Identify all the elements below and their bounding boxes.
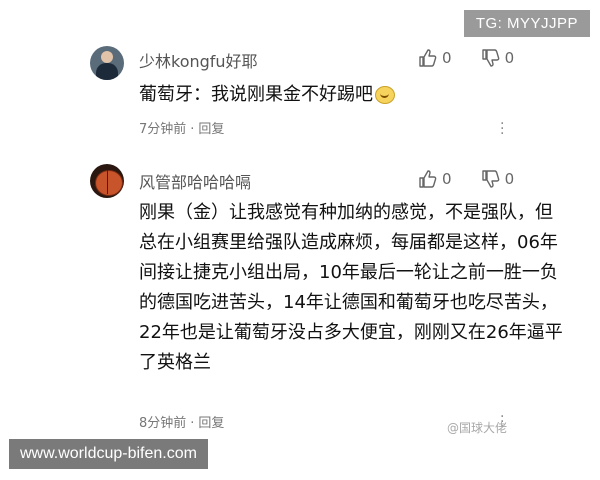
like-count: 0: [442, 170, 452, 188]
more-options-icon[interactable]: · · ·: [500, 117, 504, 141]
thumbs-up-icon: [419, 49, 437, 67]
comment-meta: 7分钟前 · 回复: [139, 122, 225, 137]
like-count: 0: [442, 49, 452, 67]
comment-time: 7分钟前: [139, 122, 187, 137]
dislike-button[interactable]: 0: [481, 48, 515, 68]
comment-meta: 8分钟前 · 回复: [139, 416, 225, 431]
comment-text: 葡萄牙：我说刚果金不好踢吧: [139, 80, 570, 110]
grin-emoji-icon: [375, 86, 395, 104]
dislike-button[interactable]: 0: [481, 169, 515, 189]
dislike-count: 0: [504, 49, 515, 67]
avatar[interactable]: [90, 164, 124, 198]
comment-text: 刚果（金）让我感觉有种加纳的感觉，不是强队，但总在小组赛里给强队造成麻烦，每届都…: [139, 202, 563, 373]
comment-time: 8分钟前: [139, 416, 187, 431]
avatar[interactable]: [90, 46, 124, 80]
comment-username[interactable]: 风管部哈哈哈嗝: [139, 169, 251, 193]
comment-actions: 0 0: [418, 169, 538, 193]
dislike-count: 0: [504, 170, 515, 188]
reply-button[interactable]: 回复: [198, 416, 224, 431]
thumbs-up-icon: [419, 170, 437, 188]
reply-button[interactable]: 回复: [198, 122, 224, 137]
like-button[interactable]: 0: [418, 48, 452, 68]
thumbs-down-icon: [481, 170, 500, 188]
comment-body: 葡萄牙：我说刚果金不好踢吧: [139, 84, 373, 105]
weibo-watermark: @国球大佬: [447, 421, 508, 435]
comment-username[interactable]: 少林kongfu好耶: [139, 48, 258, 72]
site-url-badge: www.worldcup-bifen.com: [9, 439, 208, 469]
tg-badge: TG: MYYJJPP: [463, 10, 590, 37]
like-button[interactable]: 0: [418, 169, 452, 189]
thumbs-down-icon: [481, 49, 500, 67]
comment-actions: 0 0: [418, 48, 538, 72]
